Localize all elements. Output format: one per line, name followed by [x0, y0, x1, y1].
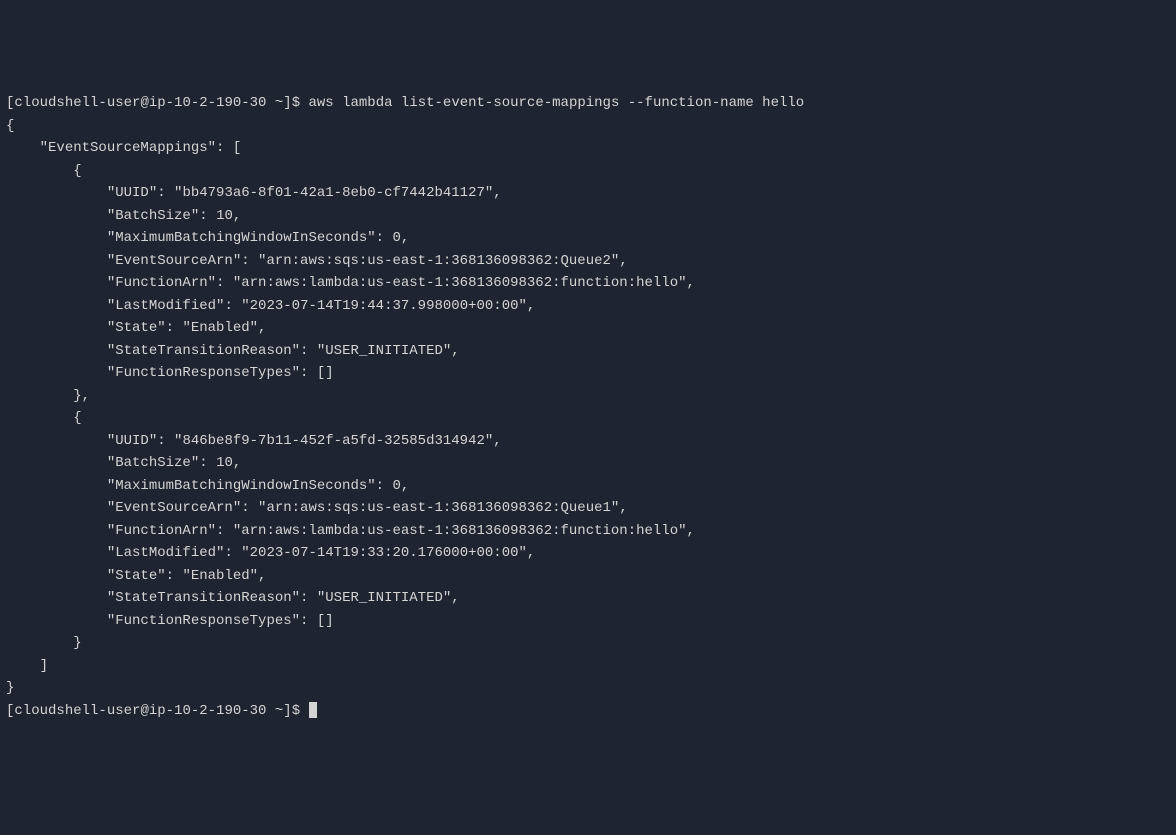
json-line: "FunctionArn": "arn:aws:lambda:us-east-1…: [6, 520, 1170, 543]
command-text: aws lambda list-event-source-mappings --…: [309, 95, 805, 111]
json-line: "MaximumBatchingWindowInSeconds": 0,: [6, 475, 1170, 498]
json-value: 2023-07-14T19:44:37.998000+00:00: [250, 298, 519, 314]
json-root-close: }: [6, 677, 1170, 700]
prompt-line-1: [cloudshell-user@ip-10-2-190-30 ~]$ aws …: [6, 92, 1170, 115]
json-value: arn:aws:sqs:us-east-1:368136098362:Queue…: [266, 500, 610, 516]
prompt-host: ip-10-2-190-30: [149, 703, 267, 719]
json-line: {: [6, 160, 1170, 183]
prompt-symbol: $: [292, 703, 300, 719]
json-line: "BatchSize": 10,: [6, 452, 1170, 475]
json-value: arn:aws:lambda:us-east-1:368136098362:fu…: [241, 523, 678, 539]
json-line: "StateTransitionReason": "USER_INITIATED…: [6, 340, 1170, 363]
json-value: USER_INITIATED: [325, 343, 443, 359]
prompt-user: cloudshell-user: [14, 703, 140, 719]
json-value: USER_INITIATED: [325, 590, 443, 606]
prompt-symbol: $: [292, 95, 300, 111]
json-line: "MaximumBatchingWindowInSeconds": 0,: [6, 227, 1170, 250]
json-key: State: [115, 320, 157, 336]
json-arr-open: [: [233, 140, 241, 156]
json-value: arn:aws:lambda:us-east-1:368136098362:fu…: [241, 275, 678, 291]
json-value: arn:aws:sqs:us-east-1:368136098362:Queue…: [266, 253, 610, 269]
json-key: LastModified: [115, 298, 216, 314]
json-line: },: [6, 385, 1170, 408]
json-arr-close: ]: [40, 658, 48, 674]
json-line: "EventSourceMappings": [: [6, 137, 1170, 160]
json-key: MaximumBatchingWindowInSeconds: [115, 230, 367, 246]
json-line: }: [6, 632, 1170, 655]
json-line: "FunctionResponseTypes": []: [6, 362, 1170, 385]
json-line: "LastModified": "2023-07-14T19:44:37.998…: [6, 295, 1170, 318]
json-value: 0: [392, 230, 400, 246]
json-line: "EventSourceArn": "arn:aws:sqs:us-east-1…: [6, 250, 1170, 273]
json-key: BatchSize: [115, 455, 191, 471]
json-value: 10: [216, 455, 233, 471]
json-line: "UUID": "bb4793a6-8f01-42a1-8eb0-cf7442b…: [6, 182, 1170, 205]
prompt-line-2: [cloudshell-user@ip-10-2-190-30 ~]$: [6, 700, 1170, 723]
json-key: State: [115, 568, 157, 584]
json-line: "FunctionResponseTypes": []: [6, 610, 1170, 633]
json-line: "StateTransitionReason": "USER_INITIATED…: [6, 587, 1170, 610]
json-value: []: [317, 613, 334, 629]
json-line: "FunctionArn": "arn:aws:lambda:us-east-1…: [6, 272, 1170, 295]
json-value: 0: [392, 478, 400, 494]
json-key: FunctionArn: [115, 275, 207, 291]
json-line: "EventSourceArn": "arn:aws:sqs:us-east-1…: [6, 497, 1170, 520]
prompt-user: cloudshell-user: [14, 95, 140, 111]
prompt-cwd: ~: [275, 95, 283, 111]
json-key: FunctionResponseTypes: [115, 365, 291, 381]
json-line: "State": "Enabled",: [6, 565, 1170, 588]
json-key: StateTransitionReason: [115, 343, 291, 359]
json-value: 2023-07-14T19:33:20.176000+00:00: [250, 545, 519, 561]
json-key: BatchSize: [115, 208, 191, 224]
json-key: FunctionArn: [115, 523, 207, 539]
terminal-output[interactable]: [cloudshell-user@ip-10-2-190-30 ~]$ aws …: [6, 92, 1170, 722]
json-root-open: {: [6, 115, 1170, 138]
json-value: 846be8f9-7b11-452f-a5fd-32585d314942: [182, 433, 484, 449]
json-value: []: [317, 365, 334, 381]
json-key: EventSourceArn: [115, 500, 233, 516]
prompt-host: ip-10-2-190-30: [149, 95, 267, 111]
json-key: EventSourceArn: [115, 253, 233, 269]
json-key-esm: EventSourceMappings: [48, 140, 208, 156]
json-key: UUID: [115, 185, 149, 201]
json-key: MaximumBatchingWindowInSeconds: [115, 478, 367, 494]
json-value: Enabled: [191, 568, 250, 584]
json-key: FunctionResponseTypes: [115, 613, 291, 629]
json-line: "UUID": "846be8f9-7b11-452f-a5fd-32585d3…: [6, 430, 1170, 453]
json-line: "LastModified": "2023-07-14T19:33:20.176…: [6, 542, 1170, 565]
json-value: bb4793a6-8f01-42a1-8eb0-cf7442b41127: [182, 185, 484, 201]
json-key: StateTransitionReason: [115, 590, 291, 606]
json-line: "State": "Enabled",: [6, 317, 1170, 340]
json-line: {: [6, 407, 1170, 430]
prompt-cwd: ~: [275, 703, 283, 719]
json-value: 10: [216, 208, 233, 224]
cursor[interactable]: [309, 702, 317, 718]
json-key: LastModified: [115, 545, 216, 561]
json-value: Enabled: [191, 320, 250, 336]
json-line: "BatchSize": 10,: [6, 205, 1170, 228]
json-key: UUID: [115, 433, 149, 449]
json-line: ]: [6, 655, 1170, 678]
